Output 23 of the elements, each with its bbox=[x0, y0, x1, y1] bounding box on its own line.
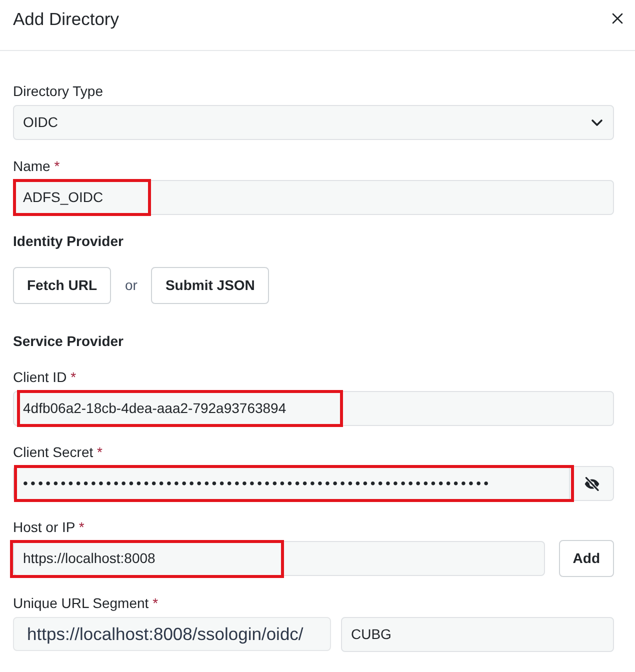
section-heading: Service Provider bbox=[13, 332, 125, 351]
separator-text: or bbox=[125, 276, 138, 295]
select-field[interactable]: OIDC bbox=[13, 105, 614, 140]
url-prefix: https://localhost:8008/ssologin/oidc/ bbox=[13, 617, 331, 651]
visibility-toggle-button[interactable] bbox=[570, 466, 614, 501]
action-button[interactable]: Fetch URL bbox=[13, 267, 111, 304]
field-label: Host or IP * bbox=[13, 518, 86, 537]
field-label: Unique URL Segment * bbox=[13, 594, 160, 613]
field-label: Directory Type bbox=[13, 82, 104, 101]
eye-slash-icon bbox=[584, 476, 600, 490]
dialog-title: Add Directory bbox=[13, 8, 120, 31]
input-field[interactable]: ADFS_OIDC bbox=[13, 180, 614, 215]
field-label: Name * bbox=[13, 157, 61, 176]
input-field[interactable]: CUBG bbox=[341, 617, 614, 652]
field-label: Client Secret * bbox=[13, 443, 104, 462]
action-button[interactable]: Submit JSON bbox=[151, 267, 269, 304]
section-heading: Identity Provider bbox=[13, 232, 124, 251]
input-field[interactable]: 4dfb06a2-18cb-4dea-aaa2-792a93763894 bbox=[13, 391, 614, 426]
chevron-down-icon bbox=[591, 118, 603, 126]
field-label: Client ID * bbox=[13, 368, 78, 387]
action-button[interactable]: Add bbox=[558, 540, 614, 577]
input-field[interactable]: https://localhost:8008 bbox=[13, 541, 545, 576]
close-icon[interactable] bbox=[612, 13, 623, 24]
